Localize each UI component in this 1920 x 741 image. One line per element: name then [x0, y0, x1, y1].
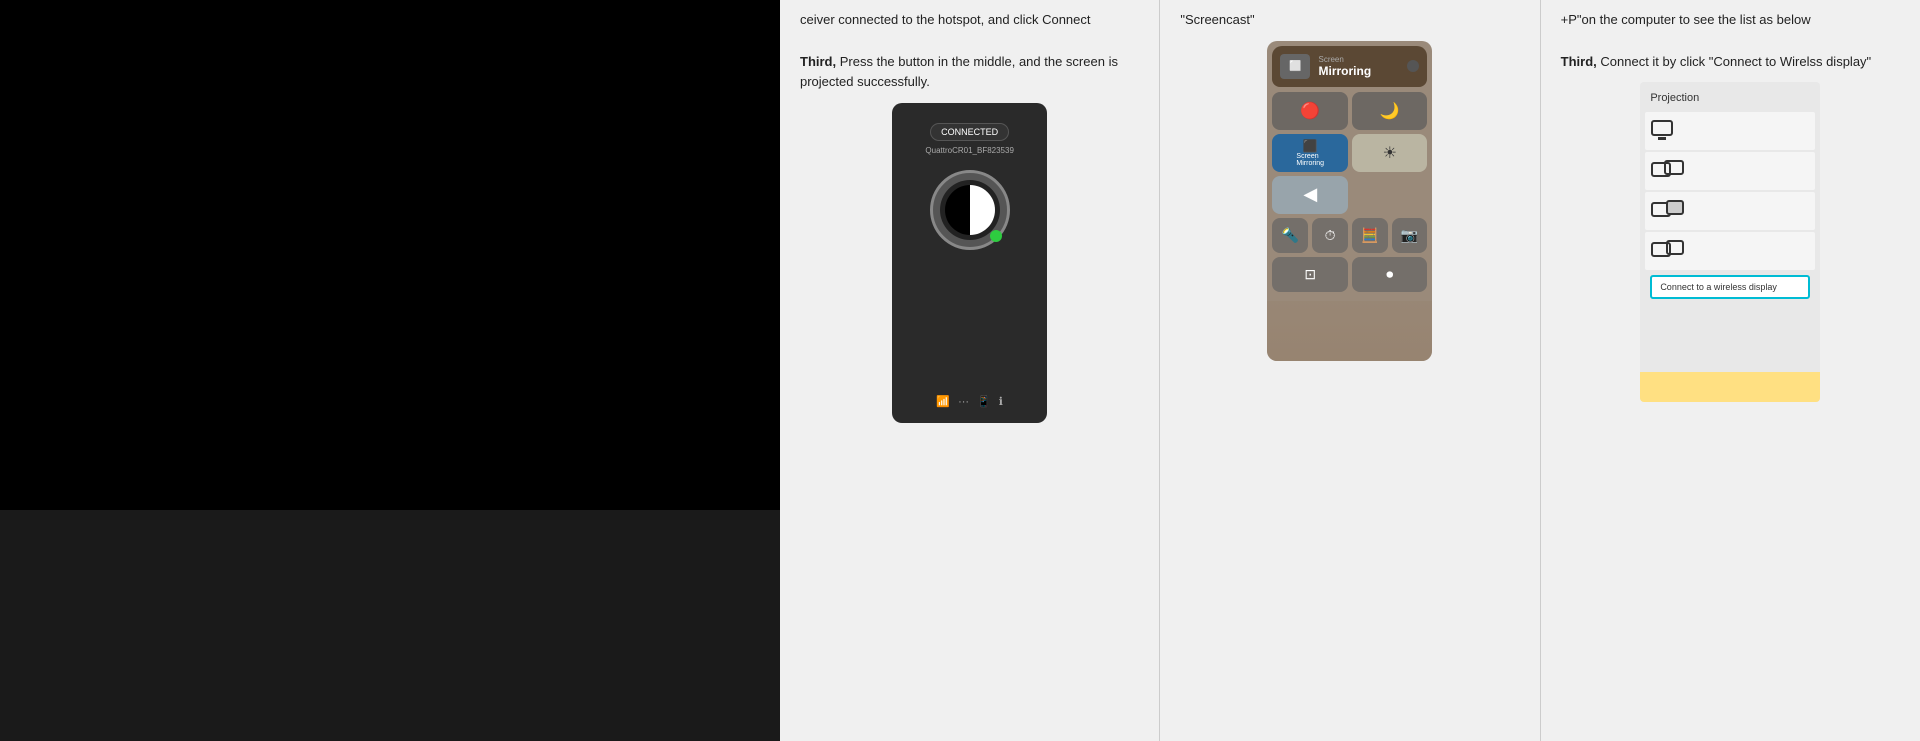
monitor-extend-icon: [1650, 200, 1680, 222]
column-1: ceiver connected to the hotspot, and cli…: [780, 0, 1160, 741]
content-area: ceiver connected to the hotspot, and cli…: [780, 0, 1920, 741]
ios-btn-moon[interactable]: 🌙: [1352, 92, 1428, 130]
half-circle-right: [970, 185, 995, 235]
col2-text: "Screencast": [1180, 10, 1519, 31]
flashlight-icon: 🔦: [1282, 227, 1299, 244]
calculator-icon: 🧮: [1361, 227, 1378, 244]
wifi-icon: 📶: [936, 395, 950, 408]
mirror-sub: Screen: [1318, 55, 1371, 64]
win-option-3[interactable]: [1645, 192, 1815, 230]
win-connect-label: Connect to a wireless display: [1660, 282, 1777, 292]
brightness-icon: ☀: [1383, 143, 1397, 163]
screen-mirror-icon: ⬛: [1303, 139, 1318, 153]
win-option-2[interactable]: [1645, 152, 1815, 190]
device-screen: CONNECTED QuattroCR01_BF823539 📶 ··· 📱 ℹ: [892, 103, 1047, 423]
ios-btn-calc[interactable]: 🧮: [1352, 218, 1388, 253]
col3-text: +P"on the computer to see the list as be…: [1561, 10, 1900, 72]
close-dot: [1407, 60, 1419, 72]
ios-btn-right[interactable]: ◀: [1272, 176, 1348, 214]
ios-btn-record[interactable]: ⏺: [1352, 257, 1428, 292]
win-projection-title: Projection: [1645, 87, 1815, 112]
ios-grid-row2: ⬛ ScreenMirroring ☀ ◀: [1272, 134, 1427, 214]
device-bottom-icons: 📶 ··· 📱 ℹ: [936, 395, 1003, 408]
win-yellow-bar: [1640, 372, 1820, 402]
connected-label: CONNECTED: [941, 127, 998, 137]
screen-mirror-btn-label: ScreenMirroring: [1296, 153, 1324, 167]
screen-mirror-top: ⬜ Screen Mirroring: [1272, 46, 1427, 87]
mirror-label-text: Screen Mirroring: [1318, 55, 1371, 78]
col1-bold-third: Third,: [800, 54, 836, 69]
ios-bottom-row: ⊡ ⏺: [1272, 257, 1427, 292]
ios-btn-scan[interactable]: ⊡: [1272, 257, 1348, 292]
win-option-1[interactable]: [1645, 112, 1815, 150]
info-icon: ℹ: [999, 395, 1003, 408]
col3-screenshot: Projection: [1561, 82, 1900, 402]
col1-text-1: ceiver connected to the hotspot, and cli…: [800, 12, 1091, 27]
col3-text-2: Connect it by click "Connect to Wirelss …: [1600, 54, 1871, 69]
record-icon: ⏺: [1386, 266, 1393, 283]
clock-icon: ⏱: [1325, 227, 1336, 244]
wifi-ctrl-icon: ◀: [1303, 184, 1317, 205]
monitor-duplicate-icon: [1650, 160, 1680, 182]
half-circle-left: [945, 185, 970, 235]
device-circle: [930, 170, 1010, 250]
ios-small-row: 🔦 ⏱ 🧮 📷: [1272, 218, 1427, 253]
col1-text-2: Press the button in the middle, and the …: [800, 54, 1118, 90]
win-option-4[interactable]: [1645, 232, 1815, 270]
col2-screencast-label: "Screencast": [1180, 12, 1254, 27]
col1-screenshot: CONNECTED QuattroCR01_BF823539 📶 ··· 📱 ℹ: [800, 103, 1139, 423]
connected-badge: CONNECTED: [930, 123, 1009, 141]
win-projection-screen: Projection: [1640, 82, 1820, 402]
device-name-label: QuattroCR01_BF823539: [925, 146, 1014, 155]
camera-icon: 📷: [1401, 227, 1418, 244]
col3-bold-third: Third,: [1561, 54, 1597, 69]
col2-screenshot: ⬜ Screen Mirroring 🔴 🌙: [1180, 41, 1519, 361]
ios-screen: ⬜ Screen Mirroring 🔴 🌙: [1267, 41, 1432, 361]
monitor-second-icon: [1650, 240, 1680, 262]
ios-btn-screen-mirror[interactable]: ⬛ ScreenMirroring: [1272, 134, 1348, 172]
phone-icon: 📱: [977, 395, 991, 408]
column-2: "Screencast" ⬜ Screen Mirroring: [1160, 0, 1540, 741]
ios-btn-brightness[interactable]: ☀: [1352, 134, 1428, 172]
column-3: +P"on the computer to see the list as be…: [1541, 0, 1920, 741]
scan-icon: ⊡: [1304, 266, 1316, 283]
monitor-single-icon: [1650, 120, 1680, 142]
mirror-icon: ⬜: [1289, 61, 1301, 72]
green-dot-indicator: [990, 230, 1002, 242]
ios-btn-clock[interactable]: ⏱: [1312, 218, 1348, 253]
dots-icon: ···: [958, 396, 969, 408]
col3-list-text: the list as below: [1718, 12, 1811, 27]
moon-icon: 🌙: [1380, 101, 1400, 121]
col3-text-1: +P"on the computer to see: [1561, 12, 1718, 27]
win-connect-wireless-btn[interactable]: Connect to a wireless display: [1650, 275, 1810, 299]
ios-btn-alarm[interactable]: 🔴: [1272, 92, 1348, 130]
mirror-main: Mirroring: [1318, 64, 1371, 78]
ios-btn-flashlight[interactable]: 🔦: [1272, 218, 1308, 253]
mirror-icon-box: ⬜: [1280, 54, 1310, 79]
ios-bottom-blur: [1267, 301, 1432, 361]
col1-text: ceiver connected to the hotspot, and cli…: [800, 10, 1139, 93]
alarm-icon: 🔴: [1300, 101, 1320, 121]
ios-grid-row1: 🔴 🌙: [1272, 92, 1427, 130]
ios-btn-camera[interactable]: 📷: [1392, 218, 1428, 253]
